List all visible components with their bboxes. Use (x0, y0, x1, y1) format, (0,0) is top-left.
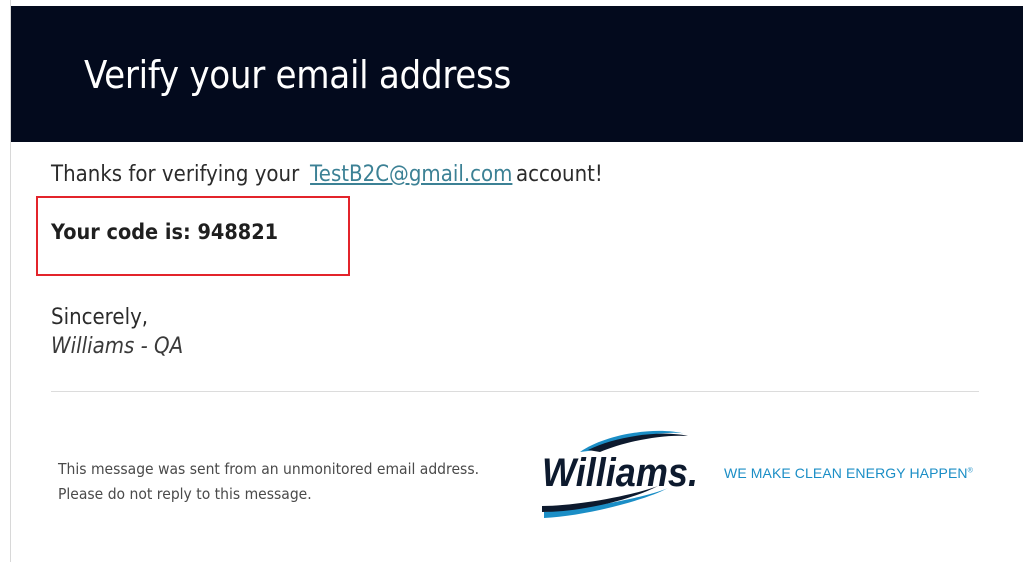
footer-note-line-1: This message was sent from an unmonitore… (58, 460, 480, 478)
registered-mark: ® (967, 467, 973, 475)
thanks-prefix: Thanks for verifying your (51, 162, 300, 187)
tagline-text: WE MAKE CLEAN ENERGY HAPPEN (724, 465, 968, 481)
verification-code: Your code is: 948821 (51, 220, 279, 244)
page-title: Verify your email address (84, 53, 512, 97)
signature-text: Williams - QA (51, 334, 184, 359)
williams-logo-icon: Williams. (542, 430, 698, 518)
footer-note: This message was sent from an unmonitore… (58, 457, 479, 507)
thanks-line: Thanks for verifying your TestB2C@gmail.c… (51, 162, 603, 187)
email-header: Verify your email address (11, 6, 1023, 142)
footer-divider (51, 391, 979, 392)
logo-wordmark: Williams. (542, 451, 698, 495)
brand-tagline: WE MAKE CLEAN ENERGY HAPPEN® (724, 465, 973, 481)
closing-text: Sincerely, (51, 305, 149, 330)
footer-note-line-2: Please do not reply to this message. (58, 485, 312, 503)
thanks-suffix: account! (516, 162, 603, 187)
email-link[interactable]: TestB2C@gmail.com (310, 162, 512, 187)
